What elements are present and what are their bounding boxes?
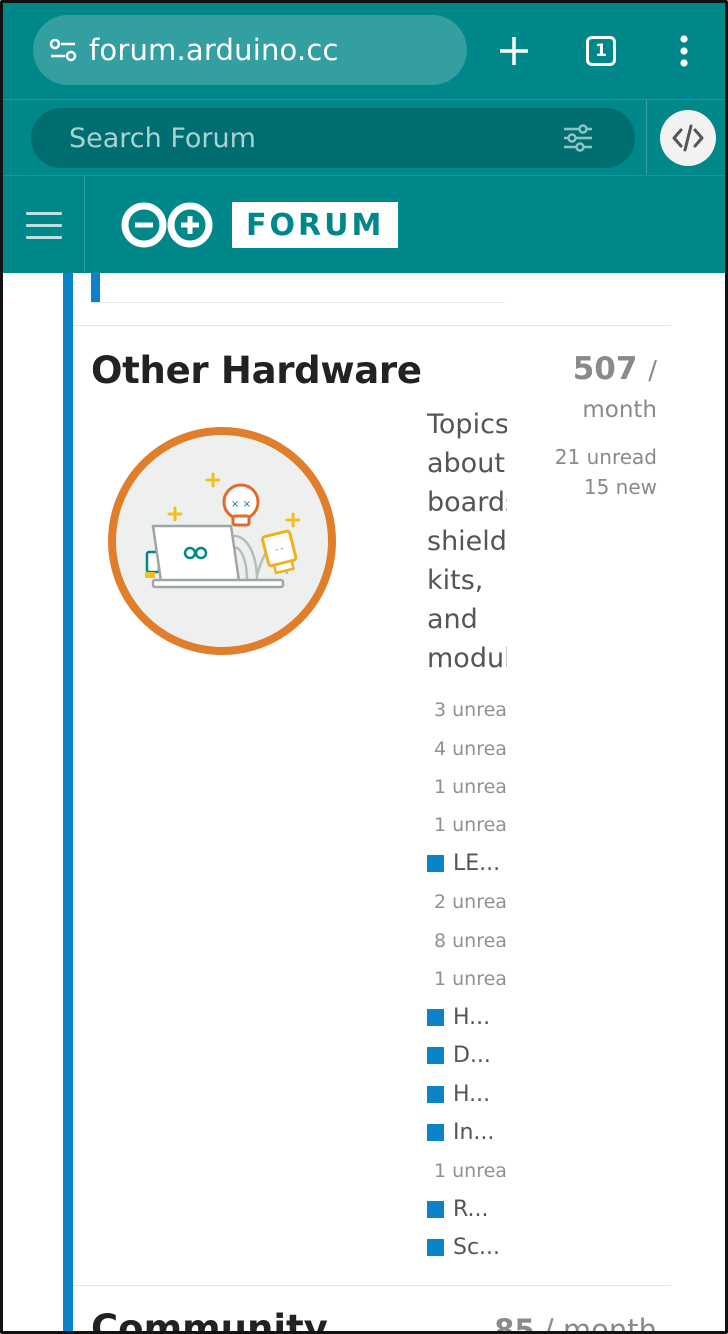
subcategory-link[interactable]: LE... <box>427 845 507 883</box>
subcategory-unread[interactable]: 1 unread <box>427 1152 507 1190</box>
category-square-icon <box>427 1008 444 1026</box>
category-list: Other Hardware 507 / month 21 unread 15 … <box>3 273 725 1334</box>
previous-category-marker <box>91 273 100 303</box>
topics-per-month: 507 / <box>573 351 657 387</box>
category-title[interactable]: Other Hardware <box>91 349 422 392</box>
hamburger-line <box>25 223 62 227</box>
new-tab-button[interactable] <box>490 27 538 75</box>
category-square-icon <box>427 1200 444 1218</box>
arduino-forum-logo[interactable]: FORUM <box>118 200 399 250</box>
search-divider <box>646 100 647 176</box>
topics-slash: / <box>648 356 657 386</box>
search-filter-icon[interactable] <box>563 124 593 152</box>
subcategory-unread[interactable]: 3 unread <box>427 691 507 729</box>
forum-badge: FORUM <box>232 202 399 248</box>
subcategory-link[interactable]: In... <box>427 1113 507 1151</box>
subcategory-name[interactable]: H... <box>453 1005 490 1030</box>
subcategory-name[interactable]: In... <box>453 1120 494 1145</box>
topics-count: 507 <box>572 351 638 387</box>
url-text[interactable]: forum.arduino.cc <box>89 33 339 67</box>
subcategory-list: 3 unread 4 unread 1 unread 1 unread LE..… <box>427 691 507 1267</box>
divider <box>73 325 671 326</box>
hamburger-line <box>25 235 62 239</box>
subcategory-name[interactable]: H... <box>453 1082 490 1107</box>
tab-count: 1 <box>586 36 616 66</box>
description-line: and <box>427 604 478 635</box>
browser-toolbar: forum.arduino.cc 1 <box>3 3 725 99</box>
svg-text:× ×: × × <box>231 499 251 510</box>
category-color-stripe <box>63 273 73 1331</box>
category-square-icon <box>427 1085 444 1103</box>
code-button[interactable] <box>660 110 716 166</box>
unread-count-link[interactable]: 21 unread <box>555 445 657 469</box>
screen: forum.arduino.cc 1 Search Forum FORUM Ot… <box>0 0 728 1334</box>
next-category-title[interactable]: Community <box>91 1307 328 1331</box>
address-bar[interactable]: forum.arduino.cc <box>33 15 467 85</box>
topics-period: month <box>582 397 657 423</box>
subcategory-unread[interactable]: 4 unread <box>427 729 507 767</box>
description-line: kits, <box>427 565 484 596</box>
new-count-link[interactable]: 15 new <box>584 475 657 499</box>
subcategory-name[interactable]: D... <box>453 1043 491 1068</box>
subcategory-unread[interactable]: 8 unread <box>427 921 507 959</box>
tab-switcher-button[interactable]: 1 <box>577 27 625 75</box>
arduino-infinity-logo-icon <box>121 202 213 248</box>
subcategory-link[interactable]: H... <box>427 998 507 1036</box>
next-topics-count: 85 <box>494 1313 535 1334</box>
divider <box>73 1285 671 1286</box>
subcategory-link[interactable]: R... <box>427 1190 507 1228</box>
hamburger-menu-button[interactable] <box>3 176 85 274</box>
site-header: FORUM <box>3 175 725 274</box>
search-box[interactable] <box>31 108 635 168</box>
plus-icon <box>500 37 528 65</box>
category-square-icon <box>427 1047 444 1065</box>
subcategory-link[interactable]: D... <box>427 1037 507 1075</box>
search-input[interactable] <box>69 122 539 154</box>
hamburger-line <box>25 211 62 215</box>
subcategory-name[interactable]: R... <box>453 1197 488 1222</box>
more-vertical-icon <box>680 35 688 67</box>
subcategory-name[interactable]: Sc... <box>453 1235 500 1260</box>
description-line: Topics <box>427 409 507 440</box>
next-topics-period: / month <box>543 1313 657 1334</box>
divider <box>91 302 505 303</box>
category-square-icon <box>427 1239 444 1257</box>
subcategory-unread[interactable]: 1 unread <box>427 768 507 806</box>
description-line: modules <box>427 643 507 674</box>
forum-search-row <box>3 99 725 176</box>
subcategory-name[interactable]: LE... <box>453 851 500 876</box>
next-category-stats: 85 / month <box>494 1313 657 1334</box>
description-line: about <box>427 448 505 479</box>
subcategory-link[interactable]: H... <box>427 1075 507 1113</box>
code-icon <box>672 124 704 152</box>
browser-menu-button[interactable] <box>660 27 708 75</box>
description-line: shields, <box>427 526 507 557</box>
category-square-icon <box>427 855 444 873</box>
category-logo-image[interactable]: × × - - <box>107 426 337 656</box>
subcategory-unread[interactable]: 2 unread <box>427 883 507 921</box>
description-line: boards, <box>427 487 507 518</box>
category-description: Topics about boards, shields, kits, and … <box>427 405 507 678</box>
site-settings-icon[interactable] <box>49 36 77 64</box>
subcategory-unread[interactable]: 1 unread <box>427 806 507 844</box>
subcategory-unread[interactable]: 1 unread <box>427 960 507 998</box>
category-square-icon <box>427 1123 444 1141</box>
subcategory-link[interactable]: Sc... <box>427 1228 507 1266</box>
